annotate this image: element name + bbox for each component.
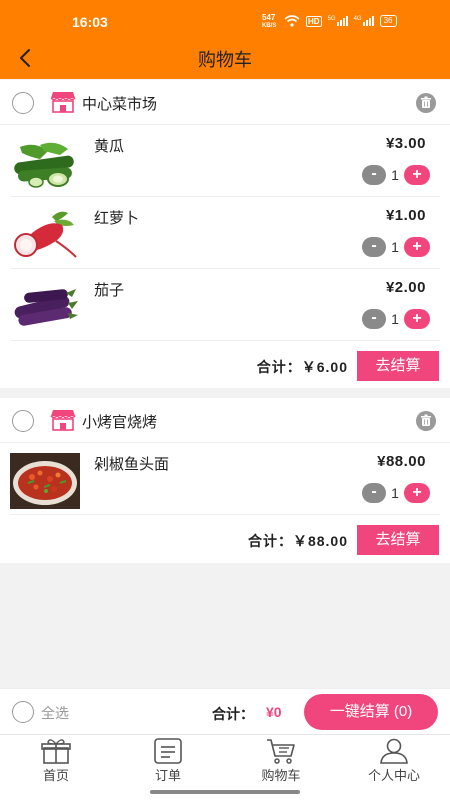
- increase-button[interactable]: +: [404, 237, 430, 257]
- cart-item: 茄子 ¥2.00 - 1 +: [0, 269, 450, 341]
- shop-header: 中心菜市场: [0, 80, 450, 125]
- cart-item: 黄瓜 ¥3.00 - 1 +: [0, 125, 450, 197]
- quantity-value: 1: [391, 485, 399, 501]
- item-name: 茄子: [94, 282, 125, 299]
- shop-name: 中心菜市场: [82, 96, 158, 113]
- nav-bar: 购物车: [0, 36, 450, 79]
- shop-select-radio[interactable]: [12, 410, 34, 432]
- subtotal-row: 合计：￥88.00 去结算: [0, 515, 450, 563]
- shop-select-radio[interactable]: [12, 92, 34, 114]
- status-time: 16:03: [72, 14, 108, 30]
- item-name: 黄瓜: [94, 138, 125, 155]
- quantity-value: 1: [391, 239, 399, 255]
- checkout-button[interactable]: 去结算: [357, 525, 439, 555]
- quantity-stepper: - 1 +: [362, 307, 432, 331]
- total-value: ¥0: [266, 704, 282, 720]
- item-name: 红萝卜: [94, 210, 140, 227]
- total-label: 合计：: [212, 706, 254, 722]
- tab-home[interactable]: 首页: [0, 735, 112, 789]
- wifi-icon: [284, 15, 300, 27]
- quantity-value: 1: [391, 311, 399, 327]
- decrease-button[interactable]: -: [362, 165, 386, 185]
- network-speed-unit: KB/S: [262, 23, 277, 29]
- item-price: ¥1.00: [385, 207, 426, 224]
- store-icon: [50, 410, 76, 431]
- shop-name: 小烤官烧烤: [82, 414, 158, 431]
- hd-badge: HD: [306, 15, 322, 27]
- signal-5g-icon: 5G: [328, 16, 348, 26]
- shop-card: 小烤官烧烤 剁椒鱼头面 ¥88.00 - 1 + 合计：￥88.00 去结算: [0, 398, 450, 563]
- quantity-stepper: - 1 +: [362, 481, 432, 505]
- eggplant-image: [10, 279, 80, 335]
- battery-icon: 36: [379, 15, 397, 27]
- status-icons: HD 5G 4G 36: [284, 15, 397, 27]
- page-title: 购物车: [198, 50, 252, 70]
- increase-button[interactable]: +: [404, 309, 430, 329]
- status-bar: 16:03 547 KB/S HD 5G 4G 36: [0, 0, 450, 36]
- checkout-all-button[interactable]: 一键结算 (0): [304, 694, 438, 730]
- decrease-button[interactable]: -: [362, 483, 386, 503]
- trash-icon[interactable]: [416, 93, 436, 113]
- increase-button[interactable]: +: [404, 165, 430, 185]
- trash-icon[interactable]: [416, 411, 436, 431]
- quantity-stepper: - 1 +: [362, 235, 432, 259]
- subtotal-row: 合计：￥6.00 去结算: [0, 341, 450, 389]
- tab-label: 首页: [42, 768, 69, 783]
- signal-4g-icon: 4G: [354, 16, 374, 26]
- network-speed: 547 KB/S: [262, 14, 276, 30]
- decrease-button[interactable]: -: [362, 309, 386, 329]
- item-price: ¥88.00: [377, 453, 426, 470]
- tab-label: 订单: [154, 768, 181, 783]
- shop-card: 中心菜市场 黄瓜 ¥3.00 - 1 + 红萝卜 ¥1.00 - 1 + 茄子 …: [0, 80, 450, 388]
- subtotal-label: 合计：￥6.00: [256, 359, 348, 375]
- checkout-button[interactable]: 去结算: [357, 351, 439, 381]
- item-price: ¥2.00: [385, 279, 426, 296]
- select-all-label[interactable]: 全选: [41, 703, 69, 723]
- tab-profile[interactable]: 个人中心: [338, 735, 450, 789]
- item-price: ¥3.00: [385, 135, 426, 152]
- fish-head-image: [10, 453, 80, 509]
- cart-icon: [267, 739, 295, 764]
- checkout-bar: 全选 合计： ¥0 一键结算 (0): [0, 688, 450, 734]
- tab-label: 购物车: [261, 768, 301, 783]
- select-all-radio[interactable]: [12, 701, 34, 723]
- gift-icon: [41, 739, 71, 764]
- cart-item: 红萝卜 ¥1.00 - 1 +: [0, 197, 450, 269]
- tab-cart[interactable]: 购物车: [225, 735, 337, 789]
- quantity-stepper: - 1 +: [362, 163, 432, 187]
- subtotal-label: 合计：￥88.00: [247, 533, 348, 549]
- decrease-button[interactable]: -: [362, 237, 386, 257]
- item-name: 剁椒鱼头面: [94, 456, 170, 473]
- shop-header: 小烤官烧烤: [0, 398, 450, 443]
- home-indicator: [150, 790, 300, 794]
- store-icon: [50, 92, 76, 113]
- network-speed-value: 547: [262, 13, 276, 22]
- profile-icon: [380, 738, 408, 764]
- increase-button[interactable]: +: [404, 483, 430, 503]
- tab-label: 个人中心: [367, 768, 420, 783]
- radish-image: [10, 207, 80, 263]
- cucumber-image: [10, 135, 80, 191]
- order-icon: [154, 738, 182, 764]
- quantity-value: 1: [391, 167, 399, 183]
- cart-item: 剁椒鱼头面 ¥88.00 - 1 +: [0, 443, 450, 515]
- tab-orders[interactable]: 订单: [112, 735, 224, 789]
